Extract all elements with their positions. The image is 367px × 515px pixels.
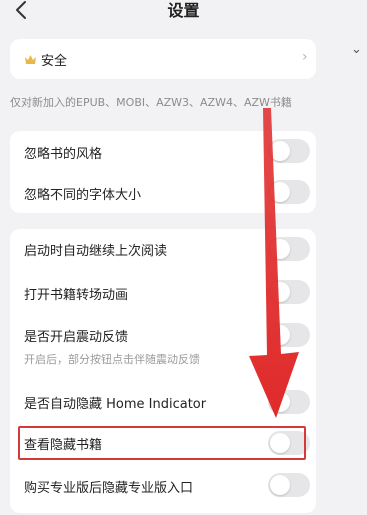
vibration-feedback-desc: 开启后，部分按钮点击伴随震动反馈 [24, 353, 200, 366]
vibration-feedback-toggle[interactable] [268, 323, 310, 347]
ignore-book-style-label: 忽略书的风格 [24, 147, 103, 162]
format-note: 仅对新加入的EPUB、MOBI、AZW3、AZW4、AZW书籍 [10, 96, 292, 109]
ignore-font-size-label: 忽略不同的字体大小 [24, 188, 142, 203]
chevron-down-icon[interactable]: ⌄ [351, 42, 362, 57]
book-transition-label: 打开书籍转场动画 [24, 288, 129, 303]
toggle-knob [270, 141, 290, 161]
toggle-knob [270, 282, 290, 302]
hide-pro-entry-label: 购买专业版后隐藏专业版入口 [24, 481, 194, 496]
security-label: 安全 [41, 54, 68, 69]
resume-reading-toggle[interactable] [268, 237, 310, 261]
highlight-box [18, 426, 306, 460]
ignore-font-size-toggle[interactable] [268, 180, 310, 204]
toggle-knob [270, 475, 290, 495]
security-card[interactable]: 安全 › [10, 39, 316, 79]
page-title: 设置 [167, 1, 200, 20]
book-transition-toggle[interactable] [268, 280, 310, 304]
hide-home-indicator-label: 是否自动隐藏 Home Indicator [24, 397, 207, 412]
toggle-knob [270, 325, 290, 345]
toggle-knob [270, 239, 290, 259]
resume-reading-label: 启动时自动继续上次阅读 [24, 244, 168, 259]
chevron-right-icon: › [302, 49, 308, 65]
hide-pro-entry-toggle[interactable] [268, 473, 310, 497]
nav-bar: 设置 [0, 0, 367, 26]
toggle-knob [270, 392, 290, 412]
vibration-feedback-label: 是否开启震动反馈 [24, 330, 129, 345]
crown-icon [25, 55, 36, 64]
settings-group-2: 启动时自动继续上次阅读 打开书籍转场动画 是否开启震动反馈 开启后，部分按钮点击… [10, 229, 316, 513]
hide-home-indicator-toggle[interactable] [268, 390, 310, 414]
toggle-knob [270, 182, 290, 202]
settings-group-1: 忽略书的风格 忽略不同的字体大小 [10, 131, 316, 213]
ignore-book-style-toggle[interactable] [268, 139, 310, 163]
